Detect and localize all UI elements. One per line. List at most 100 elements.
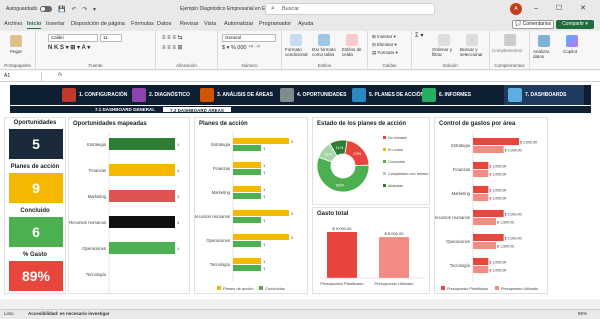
autosave-toggle[interactable] (40, 6, 53, 12)
sum-icon[interactable]: Σ ▾ (415, 33, 423, 39)
bar-utilizado (473, 170, 489, 177)
menu-archivo[interactable]: Archivo (4, 21, 22, 27)
sort-filter-icon[interactable] (438, 34, 450, 46)
window-controls[interactable]: – ☐ ✕ (534, 4, 594, 12)
data-label: 1 (263, 187, 266, 192)
menu-formulas[interactable]: Fórmulas (131, 21, 154, 27)
format-buttons[interactable]: N K S ▾ ⊞ ▾ A ▾ (48, 45, 90, 51)
kpi-concluido: 6 (9, 217, 63, 247)
category-label: Marketing (212, 190, 231, 195)
nav-oportunidades[interactable]: 4. OPORTUNIDADES (280, 85, 346, 105)
sheet-tabs[interactable] (0, 299, 600, 310)
bar-concluidos (233, 145, 261, 151)
slice-label: 11% (325, 151, 333, 156)
bar (109, 242, 175, 254)
bar (327, 232, 357, 278)
menu-datos[interactable]: Datos (157, 21, 171, 27)
menu-revisar[interactable]: Revisar (180, 21, 199, 27)
slice-label: 11% (336, 145, 344, 150)
menu-inicio[interactable]: Inicio (27, 21, 42, 29)
data-label: 1 (263, 163, 266, 168)
category-label: Finanzas (89, 168, 106, 173)
name-box[interactable]: A1 (2, 72, 42, 81)
format-cells[interactable]: ▤ Formato ▾ (372, 50, 398, 55)
nav-analisis[interactable]: 3. ANÁLISIS DE ÁREAS (200, 85, 273, 105)
addins-label: Complementos (492, 48, 523, 53)
group-label: Edición (443, 63, 458, 68)
worksheet[interactable]: 1. CONFIGURACIÓN 2. DIAGNÓSTICO 3. ANÁLI… (0, 82, 600, 299)
avatar[interactable]: A (510, 3, 522, 15)
dashboard-nav: 1. CONFIGURACIÓN 2. DIAGNÓSTICO 3. ANÁLI… (10, 85, 591, 105)
tab-dashboard-general[interactable]: 7.1 DASHBOARD GENERAL (90, 106, 160, 113)
number-icons[interactable]: $ ▾ % 000 ⁺⁰ ⁻⁰ (222, 45, 260, 51)
menu-disposicion[interactable]: Disposición de página (71, 21, 125, 27)
bar-utilizado (473, 218, 496, 225)
nav-planes[interactable]: 5. PLANES DE ACCIÓN (352, 85, 424, 105)
group-label: Estilos (317, 63, 332, 68)
format-label: Formato (377, 50, 395, 55)
category-label: Estrategia (87, 142, 107, 147)
zoom-level[interactable]: 85% (578, 311, 587, 316)
legend-swatch (441, 286, 445, 290)
legend-swatch (495, 286, 499, 290)
group-fuente: Calibri 11 N K S ▾ ⊞ ▾ A ▾ Fuente (36, 31, 156, 70)
category-label: Operaciones (206, 238, 230, 243)
group-label: Celdas (382, 63, 397, 68)
bar-planes (233, 258, 261, 264)
group-alineacion: ≡ ≡ ≡ ⇆ ≡ ≡ ≡ ⊞ Alineación (156, 31, 218, 70)
comments-button[interactable]: 💬 Comentarios (512, 20, 554, 29)
analysis-icon (200, 88, 214, 102)
menu-insertar[interactable]: Insertar (46, 21, 65, 27)
nav-configuracion[interactable]: 1. CONFIGURACIÓN (62, 85, 127, 105)
addins-icon[interactable] (504, 34, 516, 46)
category-label: Presupuesto Planificado (320, 281, 364, 286)
cell-styles-icon[interactable] (346, 34, 358, 46)
delete-cells[interactable]: ⊟ Eliminar ▾ (372, 42, 397, 47)
menu-ayuda[interactable]: Ayuda (298, 21, 314, 27)
tab-dashboard-areas[interactable]: 7.2 DASHBOARD ÁREAS (162, 106, 232, 113)
insert-cells[interactable]: ⊞ Insertar ▾ (372, 34, 396, 39)
bar-planes (233, 210, 289, 216)
chart-estado: 22% 56% 11%11% No iniciado En curso Concluido… (316, 136, 429, 193)
find-select-label: Buscar y seleccionar (460, 47, 483, 57)
bar-concluidos (233, 217, 261, 223)
menu-vista[interactable]: Vista (204, 21, 216, 27)
quick-access-icons[interactable]: 💾 ↶ ↷ ▾ (58, 6, 98, 13)
share-button[interactable]: Compartir ▾ (556, 20, 594, 29)
bar-concluidos (233, 265, 261, 271)
kpi-title-planes: Planes de acción (10, 164, 60, 170)
align-icons-2[interactable]: ≡ ≡ ≡ ⊞ (162, 45, 183, 51)
panel-oportunidades: Oportunidades mapeadas Estrategia 1 Finanz… (68, 117, 190, 294)
fx-icon[interactable]: fx (58, 72, 62, 78)
nav-label: 7. DASHBOARDS (525, 92, 567, 98)
category-label: Presupuesto Utilizado (375, 281, 415, 286)
copilot-icon[interactable] (566, 35, 578, 47)
group-edicion: Σ ▾ Ordenar y filtrar Buscar y seleccion… (412, 31, 490, 70)
font-name-select[interactable]: Calibri (48, 34, 98, 42)
analyze-data-icon[interactable] (538, 35, 550, 47)
number-format-select[interactable]: General (222, 34, 276, 42)
nav-informes[interactable]: 6. INFORMES (422, 85, 471, 105)
data-label: $ 2,000.00 (505, 213, 522, 217)
paste-icon[interactable] (10, 35, 22, 47)
legend-label: Presupuesto Utilizado (501, 287, 538, 291)
conditional-format-icon[interactable] (290, 34, 302, 46)
menu-automatizar[interactable]: Automatizar (224, 21, 253, 27)
bar (109, 164, 175, 176)
nav-label: 5. PLANES DE ACCIÓN (369, 92, 425, 98)
table-format-icon[interactable] (318, 34, 330, 46)
font-size-select[interactable]: 11 (100, 34, 122, 42)
data-label: 2 (291, 235, 294, 240)
reports-icon (422, 88, 436, 102)
copilot-label: Copilot (563, 49, 578, 54)
nav-diagnostico[interactable]: 2. DIAGNÓSTICO (132, 85, 190, 105)
accessibility-status[interactable]: Accesibilidad: es necesario investigar (28, 311, 110, 316)
panel-title: Oportunidades mapeadas (73, 121, 147, 127)
menu-programador[interactable]: Programador (259, 21, 291, 27)
bar-concluidos (233, 169, 261, 175)
nav-dashboards[interactable]: 7. DASHBOARDS (504, 85, 584, 105)
align-icons[interactable]: ≡ ≡ ≡ ⇆ (162, 35, 183, 41)
search-box[interactable]: ⌕ Buscar (265, 3, 435, 15)
find-select-icon[interactable] (466, 34, 478, 46)
group-label: Complementos (494, 63, 525, 68)
